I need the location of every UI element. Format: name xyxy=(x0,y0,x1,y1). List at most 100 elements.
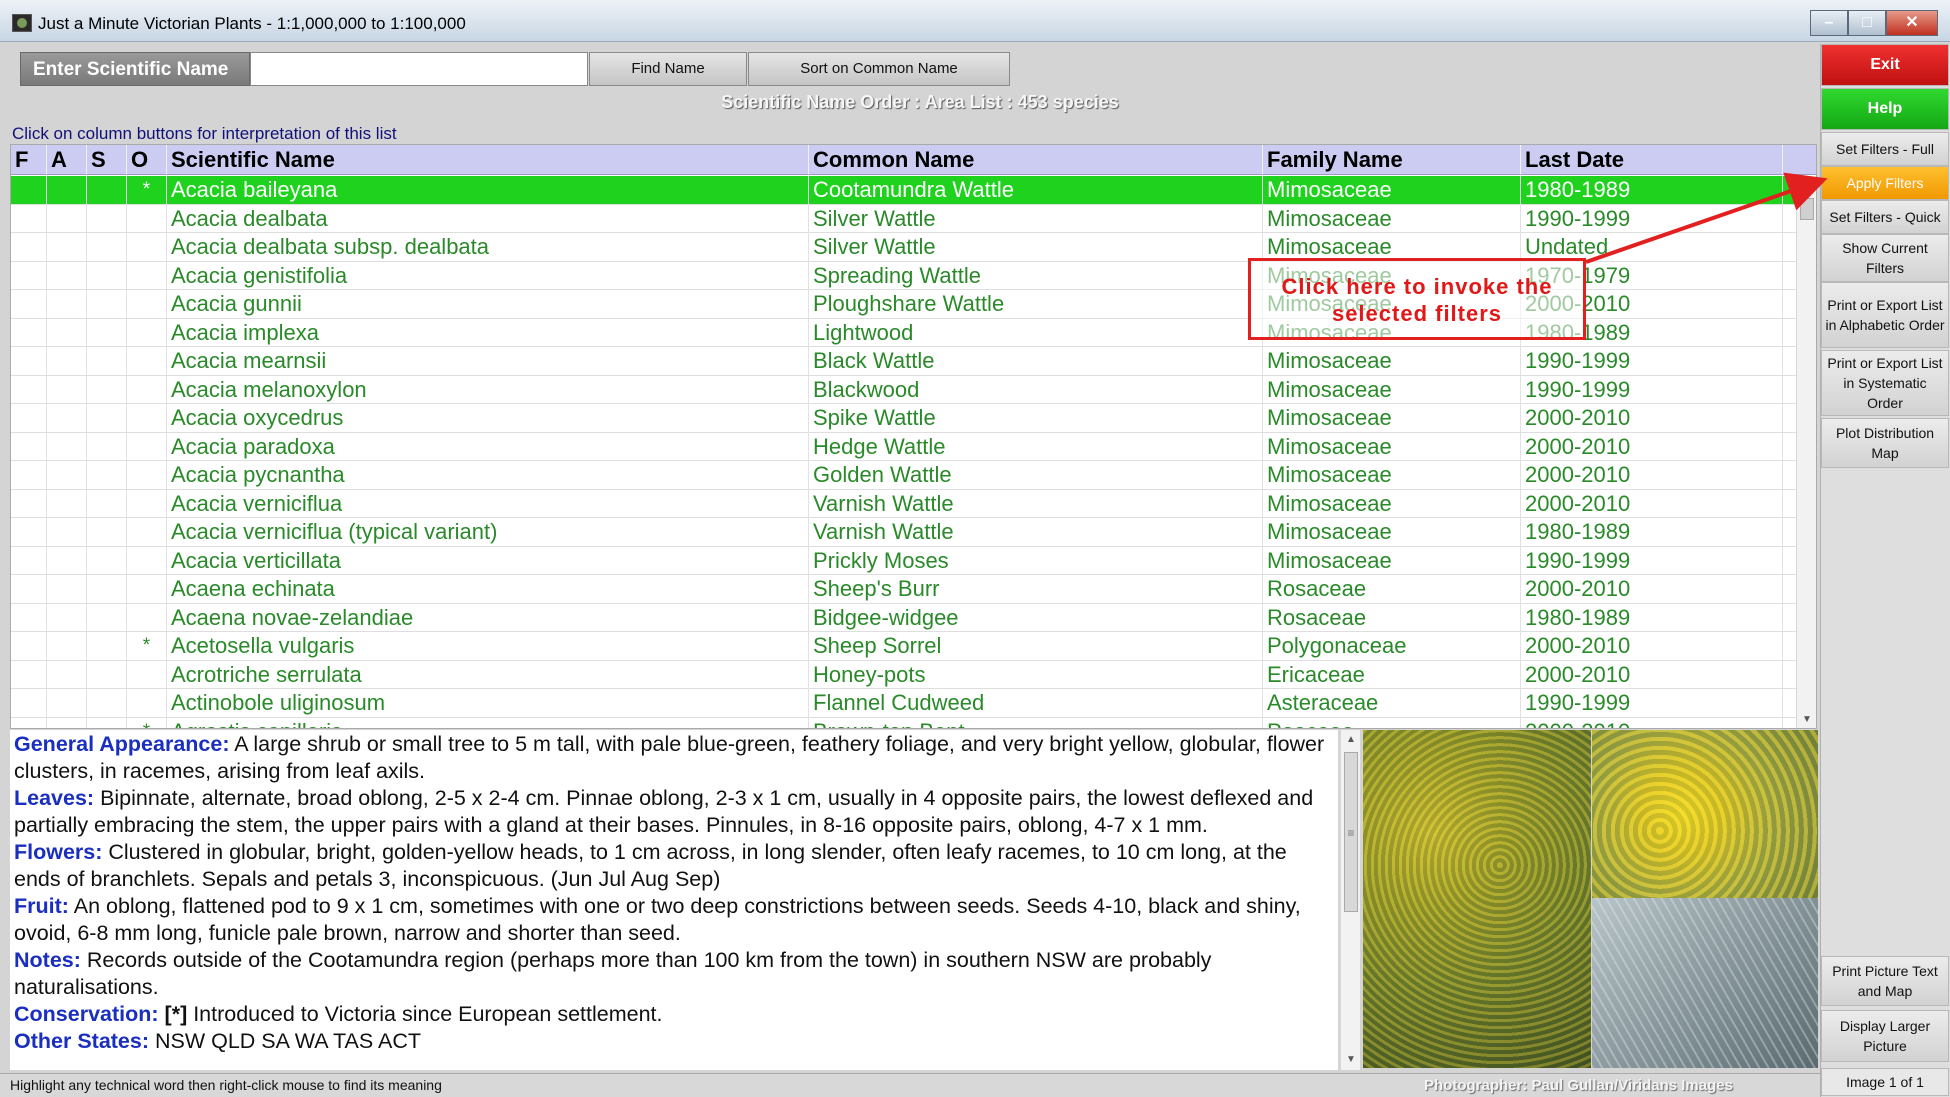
cell-a xyxy=(47,432,87,461)
cell-last-date: 1980-1989 xyxy=(1521,518,1783,547)
notes-label: Notes: xyxy=(14,948,81,972)
cell-last-date: 1990-1999 xyxy=(1521,204,1783,233)
cell-a xyxy=(47,375,87,404)
set-filters-full-button[interactable]: Set Filters - Full xyxy=(1821,132,1949,166)
cell-common-name: Hedge Wattle xyxy=(809,432,1263,461)
find-name-button[interactable]: Find Name xyxy=(589,52,747,86)
cell-common-name: Prickly Moses xyxy=(809,546,1263,575)
show-current-filters-button[interactable]: Show Current Filters xyxy=(1821,234,1949,282)
cell-scientific-name: Acacia oxycedrus xyxy=(167,404,809,433)
column-button-o[interactable]: O xyxy=(127,145,167,175)
cell-family-name: Rosaceae xyxy=(1263,575,1521,604)
cell-s xyxy=(87,347,127,376)
cell-scientific-name: Acaena echinata xyxy=(167,575,809,604)
plant-photo-habit[interactable] xyxy=(1363,730,1591,1068)
column-button-scientific-name[interactable]: Scientific Name xyxy=(167,145,809,175)
general-appearance-label: General Appearance: xyxy=(14,732,230,756)
cell-o xyxy=(127,404,167,433)
table-scrollbar[interactable]: ▲ ▼ xyxy=(1796,176,1816,728)
plant-photo-flowers[interactable] xyxy=(1592,730,1818,898)
table-row[interactable]: Acacia mearnsii Black Wattle Mimosaceae 199… xyxy=(11,347,1801,376)
table-row[interactable]: * Acacia baileyana Cootamundra Wattle Mimos… xyxy=(11,176,1801,205)
cell-s xyxy=(87,404,127,433)
flowers-text: Clustered in globular, bright, golden-ye… xyxy=(14,840,1287,891)
image-counter: Image 1 of 1 xyxy=(1821,1068,1949,1096)
print-systematic-button[interactable]: Print or Export List in Systematic Order xyxy=(1821,350,1949,416)
cell-s xyxy=(87,375,127,404)
apply-filters-button[interactable]: Apply Filters xyxy=(1821,166,1949,200)
cell-s xyxy=(87,717,127,728)
scroll-up-icon[interactable]: ▲ xyxy=(1797,178,1816,194)
table-row[interactable]: Acrotriche serrulata Honey-pots Ericaceae 2… xyxy=(11,660,1801,689)
scientific-name-input[interactable] xyxy=(250,52,588,86)
cell-o xyxy=(127,660,167,689)
cell-f xyxy=(11,689,47,718)
fruit-label: Fruit: xyxy=(14,894,69,918)
cell-f xyxy=(11,233,47,262)
cell-last-date: 2000-2010 xyxy=(1521,432,1783,461)
exit-button[interactable]: Exit xyxy=(1821,44,1949,86)
cell-family-name: Mimosaceae xyxy=(1263,347,1521,376)
cell-common-name: Ploughshare Wattle xyxy=(809,290,1263,319)
cell-family-name: Rosaceae xyxy=(1263,603,1521,632)
table-row[interactable]: Acacia melanoxylon Blackwood Mimosaceae 199… xyxy=(11,375,1801,404)
cell-family-name: Polygonaceae xyxy=(1263,632,1521,661)
column-button-common-name[interactable]: Common Name xyxy=(809,145,1263,175)
table-row[interactable]: * Acetosella vulgaris Sheep Sorrel Polygona… xyxy=(11,632,1801,661)
scroll-down-icon[interactable]: ▼ xyxy=(1341,1052,1361,1068)
cell-common-name: Cootamundra Wattle xyxy=(809,176,1263,205)
cell-family-name: Mimosaceae xyxy=(1263,204,1521,233)
plant-photo-foliage[interactable] xyxy=(1592,898,1818,1068)
column-button-a[interactable]: A xyxy=(47,145,87,175)
cell-scientific-name: Actinobole uliginosum xyxy=(167,689,809,718)
table-header: F A S O Scientific Name Common Name Fami… xyxy=(11,145,1816,175)
scroll-thumb[interactable] xyxy=(1800,198,1814,220)
cell-a xyxy=(47,290,87,319)
help-button[interactable]: Help xyxy=(1821,88,1949,130)
cell-o xyxy=(127,461,167,490)
set-filters-quick-button[interactable]: Set Filters - Quick xyxy=(1821,200,1949,234)
table-row[interactable]: Acaena echinata Sheep's Burr Rosaceae 2000-… xyxy=(11,575,1801,604)
column-button-last-date[interactable]: Last Date xyxy=(1521,145,1783,175)
column-button-family-name[interactable]: Family Name xyxy=(1263,145,1521,175)
cell-last-date: 2000-2010 xyxy=(1521,575,1783,604)
column-button-s[interactable]: S xyxy=(87,145,127,175)
cell-last-date: 2000-2010 xyxy=(1521,632,1783,661)
cell-family-name: Mimosaceae xyxy=(1263,404,1521,433)
table-row[interactable]: Acacia paradoxa Hedge Wattle Mimosaceae 200… xyxy=(11,432,1801,461)
cell-a xyxy=(47,518,87,547)
print-picture-text-map-button[interactable]: Print Picture Text and Map xyxy=(1821,956,1949,1006)
cell-scientific-name: Acacia implexa xyxy=(167,318,809,347)
table-row[interactable]: Acaena novae-zelandiae Bidgee-widgee Rosac… xyxy=(11,603,1801,632)
minimize-button[interactable]: – xyxy=(1810,10,1848,36)
cell-common-name: Lightwood xyxy=(809,318,1263,347)
table-row[interactable]: *Agrostis capillarisBrown-top BentPoacea… xyxy=(11,717,1801,728)
scroll-thumb[interactable]: ≡ xyxy=(1344,752,1358,912)
scroll-up-icon[interactable]: ▲ xyxy=(1341,732,1361,748)
table-row[interactable]: Acacia verniciflua (typical variant) Varn… xyxy=(11,518,1801,547)
table-row[interactable]: Acacia verniciflua Varnish Wattle Mimosace… xyxy=(11,489,1801,518)
search-toolbar: Enter Scientific Name Find Name Sort on … xyxy=(10,52,1815,92)
cell-s xyxy=(87,204,127,233)
close-button[interactable]: ✕ xyxy=(1886,10,1938,36)
app-icon xyxy=(12,14,32,32)
column-button-f[interactable]: F xyxy=(11,145,47,175)
sort-common-name-button[interactable]: Sort on Common Name xyxy=(748,52,1010,86)
cell-common-name: Silver Wattle xyxy=(809,233,1263,262)
table-row[interactable]: Acacia pycnantha Golden Wattle Mimosaceae 2… xyxy=(11,461,1801,490)
cell-o xyxy=(127,261,167,290)
plot-distribution-map-button[interactable]: Plot Distribution Map xyxy=(1821,418,1949,468)
maximize-button[interactable]: □ xyxy=(1848,10,1886,36)
description-scrollbar[interactable]: ▲ ≡ ▼ xyxy=(1340,730,1360,1070)
table-row[interactable]: Actinobole uliginosum Flannel Cudweed Aste… xyxy=(11,689,1801,718)
display-larger-picture-button[interactable]: Display Larger Picture xyxy=(1821,1010,1949,1062)
table-row[interactable]: Acacia dealbata Silver Wattle Mimosaceae 19… xyxy=(11,204,1801,233)
cell-scientific-name: Acaena novae-zelandiae xyxy=(167,603,809,632)
table-row[interactable]: Acacia verticillata Prickly Moses Mimosace… xyxy=(11,546,1801,575)
scroll-down-icon[interactable]: ▼ xyxy=(1797,712,1816,728)
cell-o xyxy=(127,489,167,518)
status-bar: Highlight any technical word then right-… xyxy=(0,1073,1820,1097)
cell-scientific-name: Acacia pycnantha xyxy=(167,461,809,490)
table-row[interactable]: Acacia oxycedrus Spike Wattle Mimosaceae 20… xyxy=(11,404,1801,433)
print-alphabetic-button[interactable]: Print or Export List in Alphabetic Order xyxy=(1821,282,1949,348)
